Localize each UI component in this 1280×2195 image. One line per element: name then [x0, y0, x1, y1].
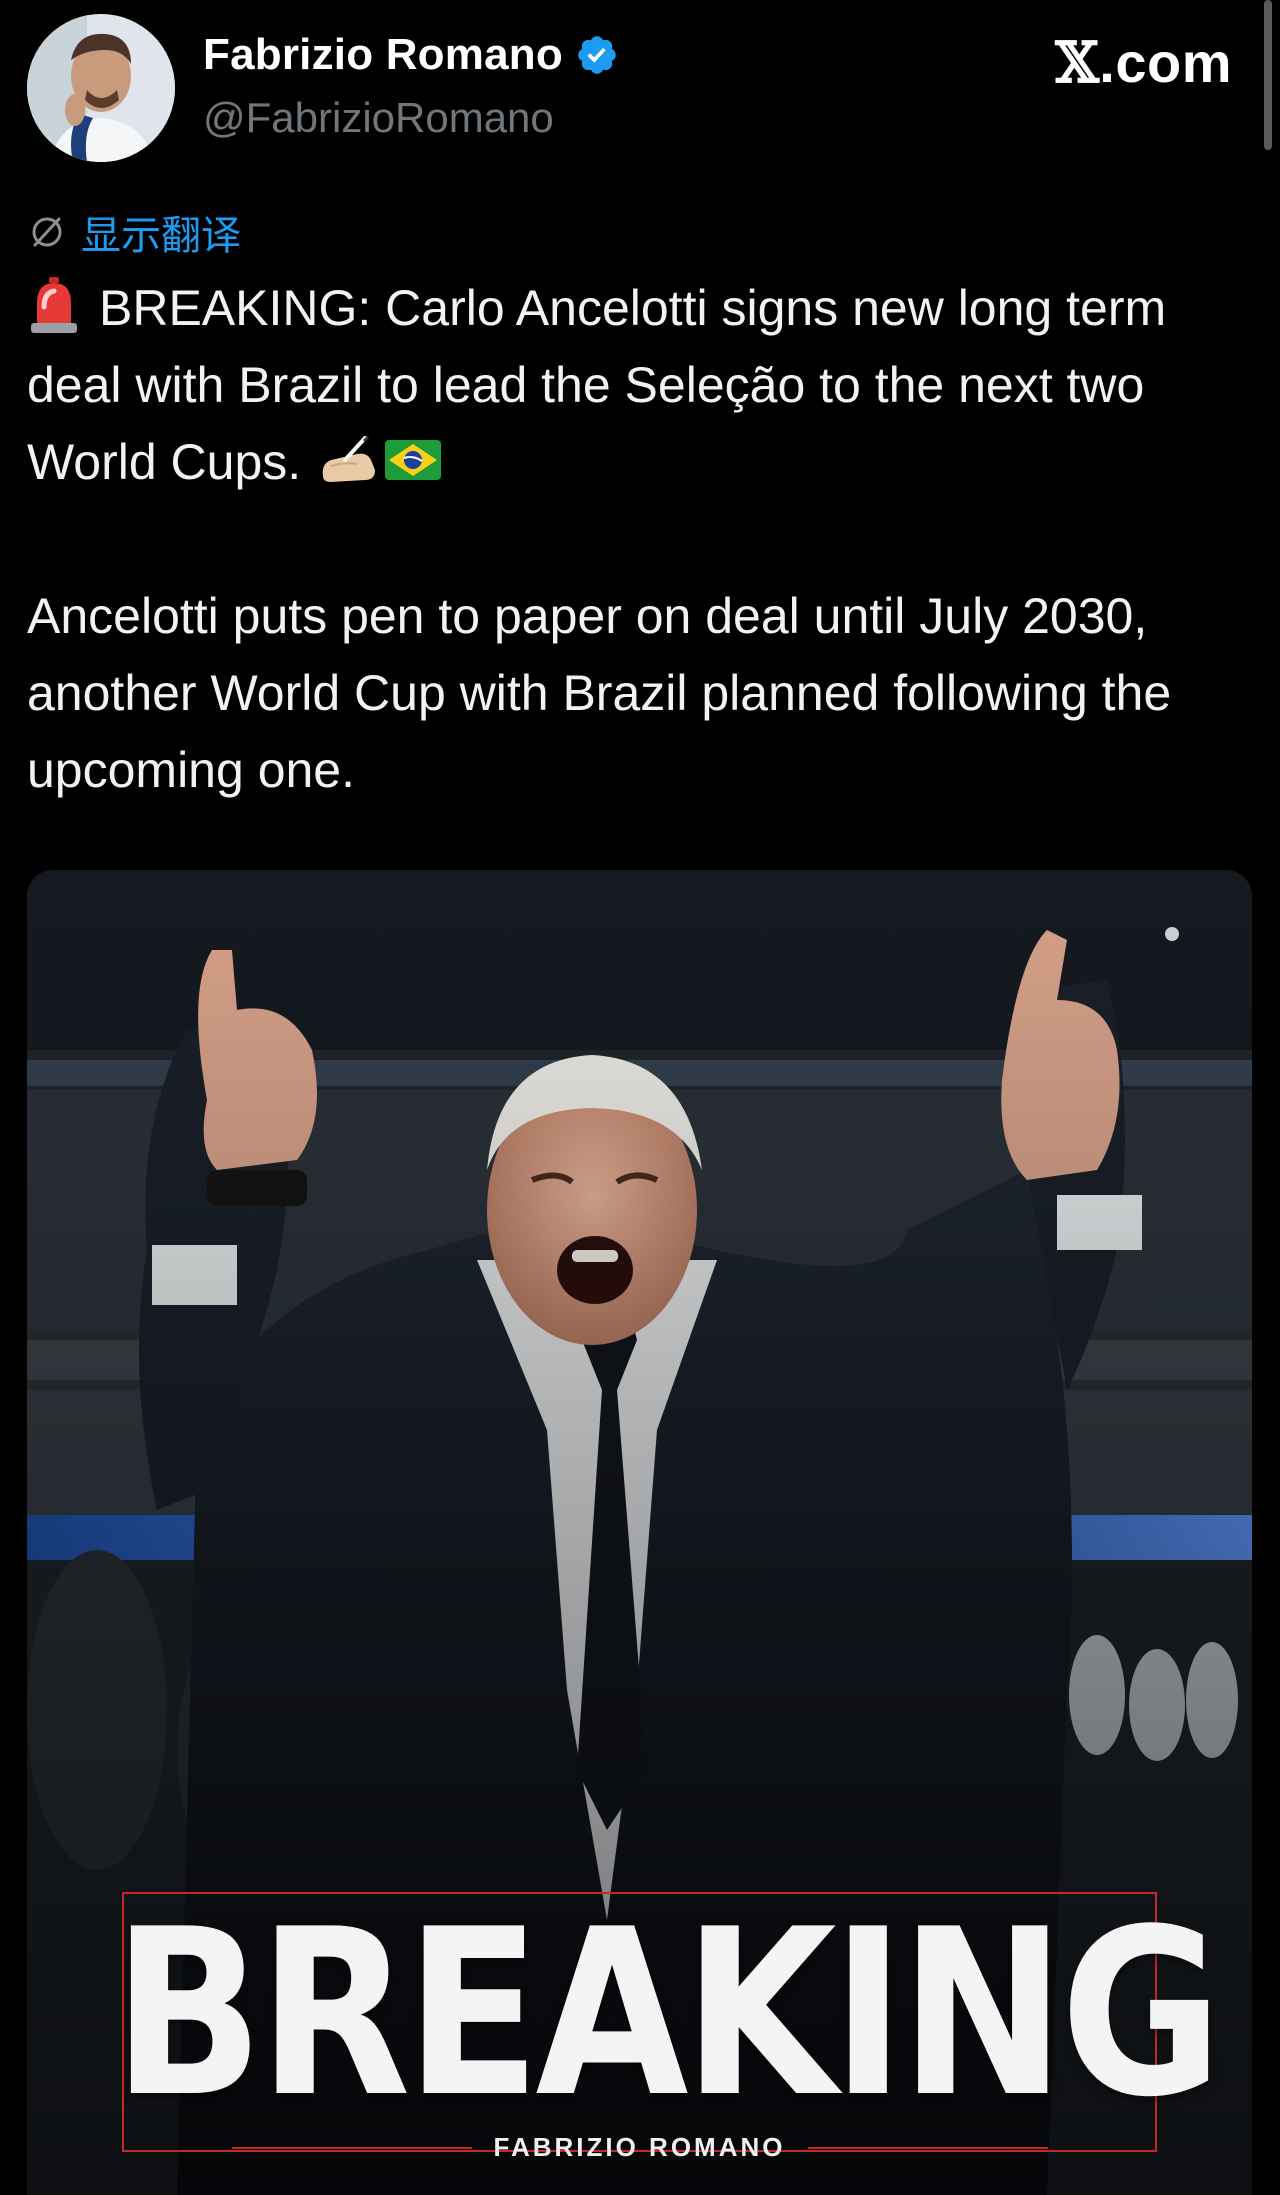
avatar[interactable] — [27, 14, 175, 162]
siren-emoji — [31, 276, 77, 333]
user-handle[interactable]: @FabrizioRomano — [203, 94, 554, 142]
tweet-header: Fabrizio Romano @FabrizioRomano 𝕏.com — [0, 0, 1280, 190]
verified-badge-icon — [578, 36, 616, 74]
name-row: Fabrizio Romano — [203, 30, 619, 80]
globe-slash-icon — [32, 217, 62, 247]
display-name[interactable]: Fabrizio Romano — [203, 30, 563, 80]
watermark-credit: FABRIZIO ROMANO — [493, 2132, 786, 2162]
x-logo-domain: .com — [1099, 31, 1232, 94]
brazil-flag-emoji — [385, 439, 442, 480]
tweet-media-image[interactable]: BREAKING FABRIZIO ROMANO — [27, 870, 1252, 2195]
avatar-photo — [27, 14, 175, 162]
tweet-paragraph-1: BREAKING: Carlo Ancelotti signs new long… — [27, 270, 1247, 501]
x-com-logo: 𝕏.com — [1055, 30, 1232, 96]
watermark-line-left — [231, 2146, 472, 2149]
show-translation-label[interactable]: 显示翻译 — [81, 203, 241, 261]
show-translation-button[interactable]: 显示翻译 — [27, 203, 241, 261]
x-logo-letter: 𝕏 — [1055, 30, 1100, 96]
watermark-line-right — [807, 2146, 1048, 2149]
tweet-text-line1: BREAKING: Carlo Ancelotti signs new long… — [27, 280, 1181, 490]
breaking-overlay-title: BREAKING — [112, 1881, 1223, 2148]
scrollbar[interactable] — [1264, 0, 1272, 150]
tweet-paragraph-2: Ancelotti puts pen to paper on deal unti… — [27, 588, 1186, 798]
writing-hand-emoji — [322, 435, 376, 482]
watermark: FABRIZIO ROMANO — [27, 2132, 1252, 2163]
tweet-body: BREAKING: Carlo Ancelotti signs new long… — [27, 270, 1247, 809]
